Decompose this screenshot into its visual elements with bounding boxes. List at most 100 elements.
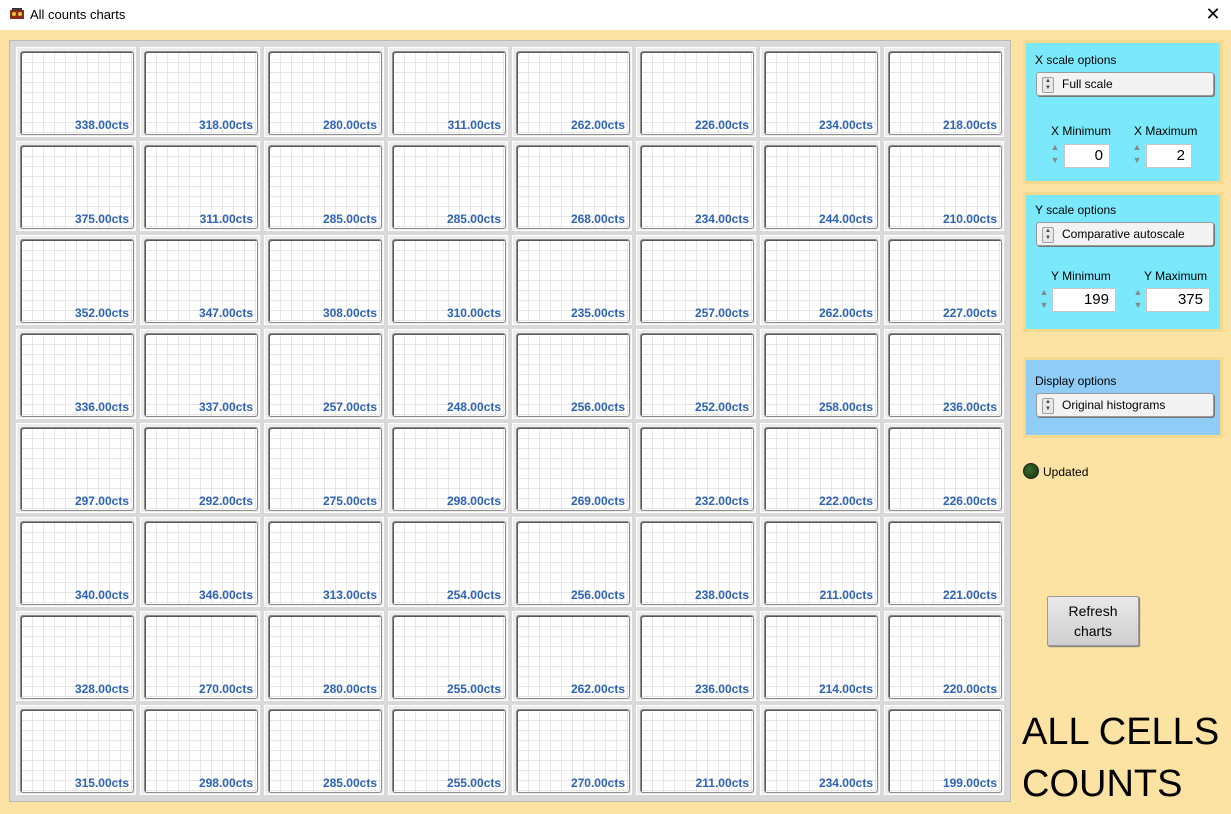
chart-plot-area: 254.00cts [392,521,506,605]
count-label: 257.00cts [322,400,377,414]
display-mode-select[interactable]: ▲ ▼ Original histograms [1036,393,1214,417]
chart-plot-area: 268.00cts [516,145,630,229]
chart-cell: 310.00cts [388,235,508,325]
count-label: 346.00cts [198,588,253,602]
count-label: 313.00cts [322,588,377,602]
chart-plot-area: 211.00cts [640,709,754,793]
count-label: 308.00cts [322,306,377,320]
y-max-label: Y Maximum [1144,269,1208,283]
x-max-field[interactable]: 2 [1146,144,1192,168]
count-label: 222.00cts [818,494,873,508]
count-label: 218.00cts [942,118,997,132]
chart-plot-area: 337.00cts [144,333,258,417]
count-label: 256.00cts [570,400,625,414]
chart-cell: 248.00cts [388,329,508,419]
y-max-spin-icon[interactable]: ▲ ▼ [1132,286,1144,314]
chart-plot-area: 248.00cts [392,333,506,417]
chart-cell: 199.00cts [884,705,1004,795]
chart-cell: 352.00cts [16,235,136,325]
chart-plot-area: 236.00cts [640,615,754,699]
count-label: 214.00cts [818,682,873,696]
count-label: 275.00cts [322,494,377,508]
chart-plot-area: 256.00cts [516,333,630,417]
count-label: 328.00cts [74,682,129,696]
chart-cell: 285.00cts [264,705,384,795]
chart-plot-area: 262.00cts [516,615,630,699]
count-label: 234.00cts [818,776,873,790]
chart-plot-area: 210.00cts [888,145,1002,229]
count-label: 268.00cts [570,212,625,226]
chart-cell: 285.00cts [388,141,508,231]
x-max-spin-icon[interactable]: ▲ ▼ [1131,141,1143,169]
chart-cell: 220.00cts [884,611,1004,701]
chart-plot-area: 220.00cts [888,615,1002,699]
chart-plot-area: 262.00cts [516,51,630,135]
chart-plot-area: 313.00cts [268,521,382,605]
chart-plot-area: 298.00cts [392,427,506,511]
chart-cell: 268.00cts [512,141,632,231]
chart-plot-area: 352.00cts [20,239,134,323]
updated-label: Updated [1043,465,1089,479]
y-scale-mode-value: Comparative autoscale [1062,227,1185,241]
ring-spin-icon[interactable]: ▲ ▼ [1042,398,1054,414]
count-label: 298.00cts [446,494,501,508]
y-max-field[interactable]: 375 [1146,288,1210,312]
chart-plot-area: 227.00cts [888,239,1002,323]
chart-plot-area: 222.00cts [764,427,878,511]
chart-cell: 262.00cts [512,47,632,137]
x-min-label: X Minimum [1051,124,1112,138]
chart-plot-area: 226.00cts [888,427,1002,511]
chart-cell: 211.00cts [636,705,756,795]
x-min-field[interactable]: 0 [1064,144,1110,168]
count-label: 221.00cts [942,588,997,602]
x-min-spin-icon[interactable]: ▲ ▼ [1049,141,1061,169]
ring-spin-icon[interactable]: ▲ ▼ [1042,77,1054,93]
chart-plot-area: 211.00cts [764,521,878,605]
chart-plot-area: 297.00cts [20,427,134,511]
chart-plot-area: 315.00cts [20,709,134,793]
chart-cell: 222.00cts [760,423,880,513]
count-label: 352.00cts [74,306,129,320]
ring-spin-icon[interactable]: ▲ ▼ [1042,227,1054,243]
chart-cell: 257.00cts [636,235,756,325]
chart-plot-area: 311.00cts [144,145,258,229]
x-max-label: X Maximum [1134,124,1198,138]
refresh-charts-button[interactable]: Refresh charts [1047,596,1139,646]
x-scale-options: X scale options ▲ ▼ Full scale X Minimum … [1023,40,1223,184]
count-label: 234.00cts [818,118,873,132]
all-cells-counts-label: ALL CELLS COUNTS [1022,711,1220,805]
count-label: 256.00cts [570,588,625,602]
y-min-spin-icon[interactable]: ▲ ▼ [1038,286,1050,314]
count-label: 285.00cts [446,212,501,226]
chart-plot-area: 285.00cts [392,145,506,229]
window-title: All counts charts [30,7,126,22]
chart-cell: 298.00cts [140,705,260,795]
chart-cell: 313.00cts [264,517,384,607]
x-scale-mode-select[interactable]: ▲ ▼ Full scale [1036,72,1214,96]
chart-plot-area: 280.00cts [268,615,382,699]
close-icon[interactable]: ✕ [1203,4,1223,24]
chart-cell: 211.00cts [760,517,880,607]
chart-cell: 238.00cts [636,517,756,607]
chart-cell: 252.00cts [636,329,756,419]
chart-plot-area: 257.00cts [640,239,754,323]
count-label: 310.00cts [446,306,501,320]
chart-plot-area: 318.00cts [144,51,258,135]
chart-plot-area: 269.00cts [516,427,630,511]
count-label: 336.00cts [74,400,129,414]
y-min-field[interactable]: 199 [1052,288,1116,312]
chart-cell: 256.00cts [512,329,632,419]
chart-cell: 338.00cts [16,47,136,137]
chart-plot-area: 218.00cts [888,51,1002,135]
chart-plot-area: 308.00cts [268,239,382,323]
chart-cell: 214.00cts [760,611,880,701]
chart-cell: 255.00cts [388,611,508,701]
charts-grid: 338.00cts 318.00cts 280.00cts 311.00cts 262.… [9,40,1011,802]
title-bar: All counts charts ✕ [0,0,1231,30]
count-label: 262.00cts [570,682,625,696]
y-scale-mode-select[interactable]: ▲ ▼ Comparative autoscale [1036,222,1214,246]
count-label: 318.00cts [198,118,253,132]
chart-cell: 236.00cts [884,329,1004,419]
chart-plot-area: 328.00cts [20,615,134,699]
count-label: 232.00cts [694,494,749,508]
